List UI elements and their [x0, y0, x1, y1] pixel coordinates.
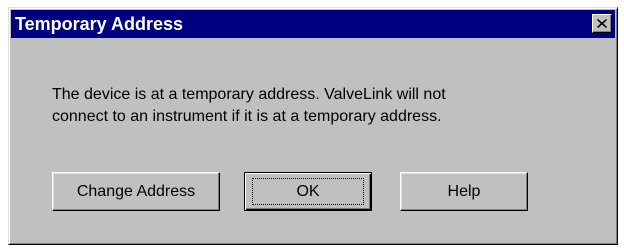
dialog-message: The device is at a temporary address. Va… [52, 84, 592, 128]
close-button[interactable] [592, 14, 612, 33]
ok-focus-rect: OK [252, 178, 364, 205]
close-icon [597, 19, 607, 28]
message-line-2: connect to an instrument if it is at a t… [52, 108, 442, 125]
dialog-title: Temporary Address [15, 13, 184, 34]
change-address-button[interactable]: Change Address [52, 172, 220, 211]
help-label: Help [447, 182, 481, 200]
ok-button[interactable]: OK [244, 172, 372, 211]
message-line-1: The device is at a temporary address. Va… [52, 86, 446, 103]
change-address-label: Change Address [76, 182, 196, 200]
dialog-window: Temporary Address The device is at a tem… [8, 7, 618, 245]
ok-label: OK [296, 182, 320, 200]
help-button[interactable]: Help [400, 172, 528, 211]
title-bar: Temporary Address [11, 10, 615, 38]
